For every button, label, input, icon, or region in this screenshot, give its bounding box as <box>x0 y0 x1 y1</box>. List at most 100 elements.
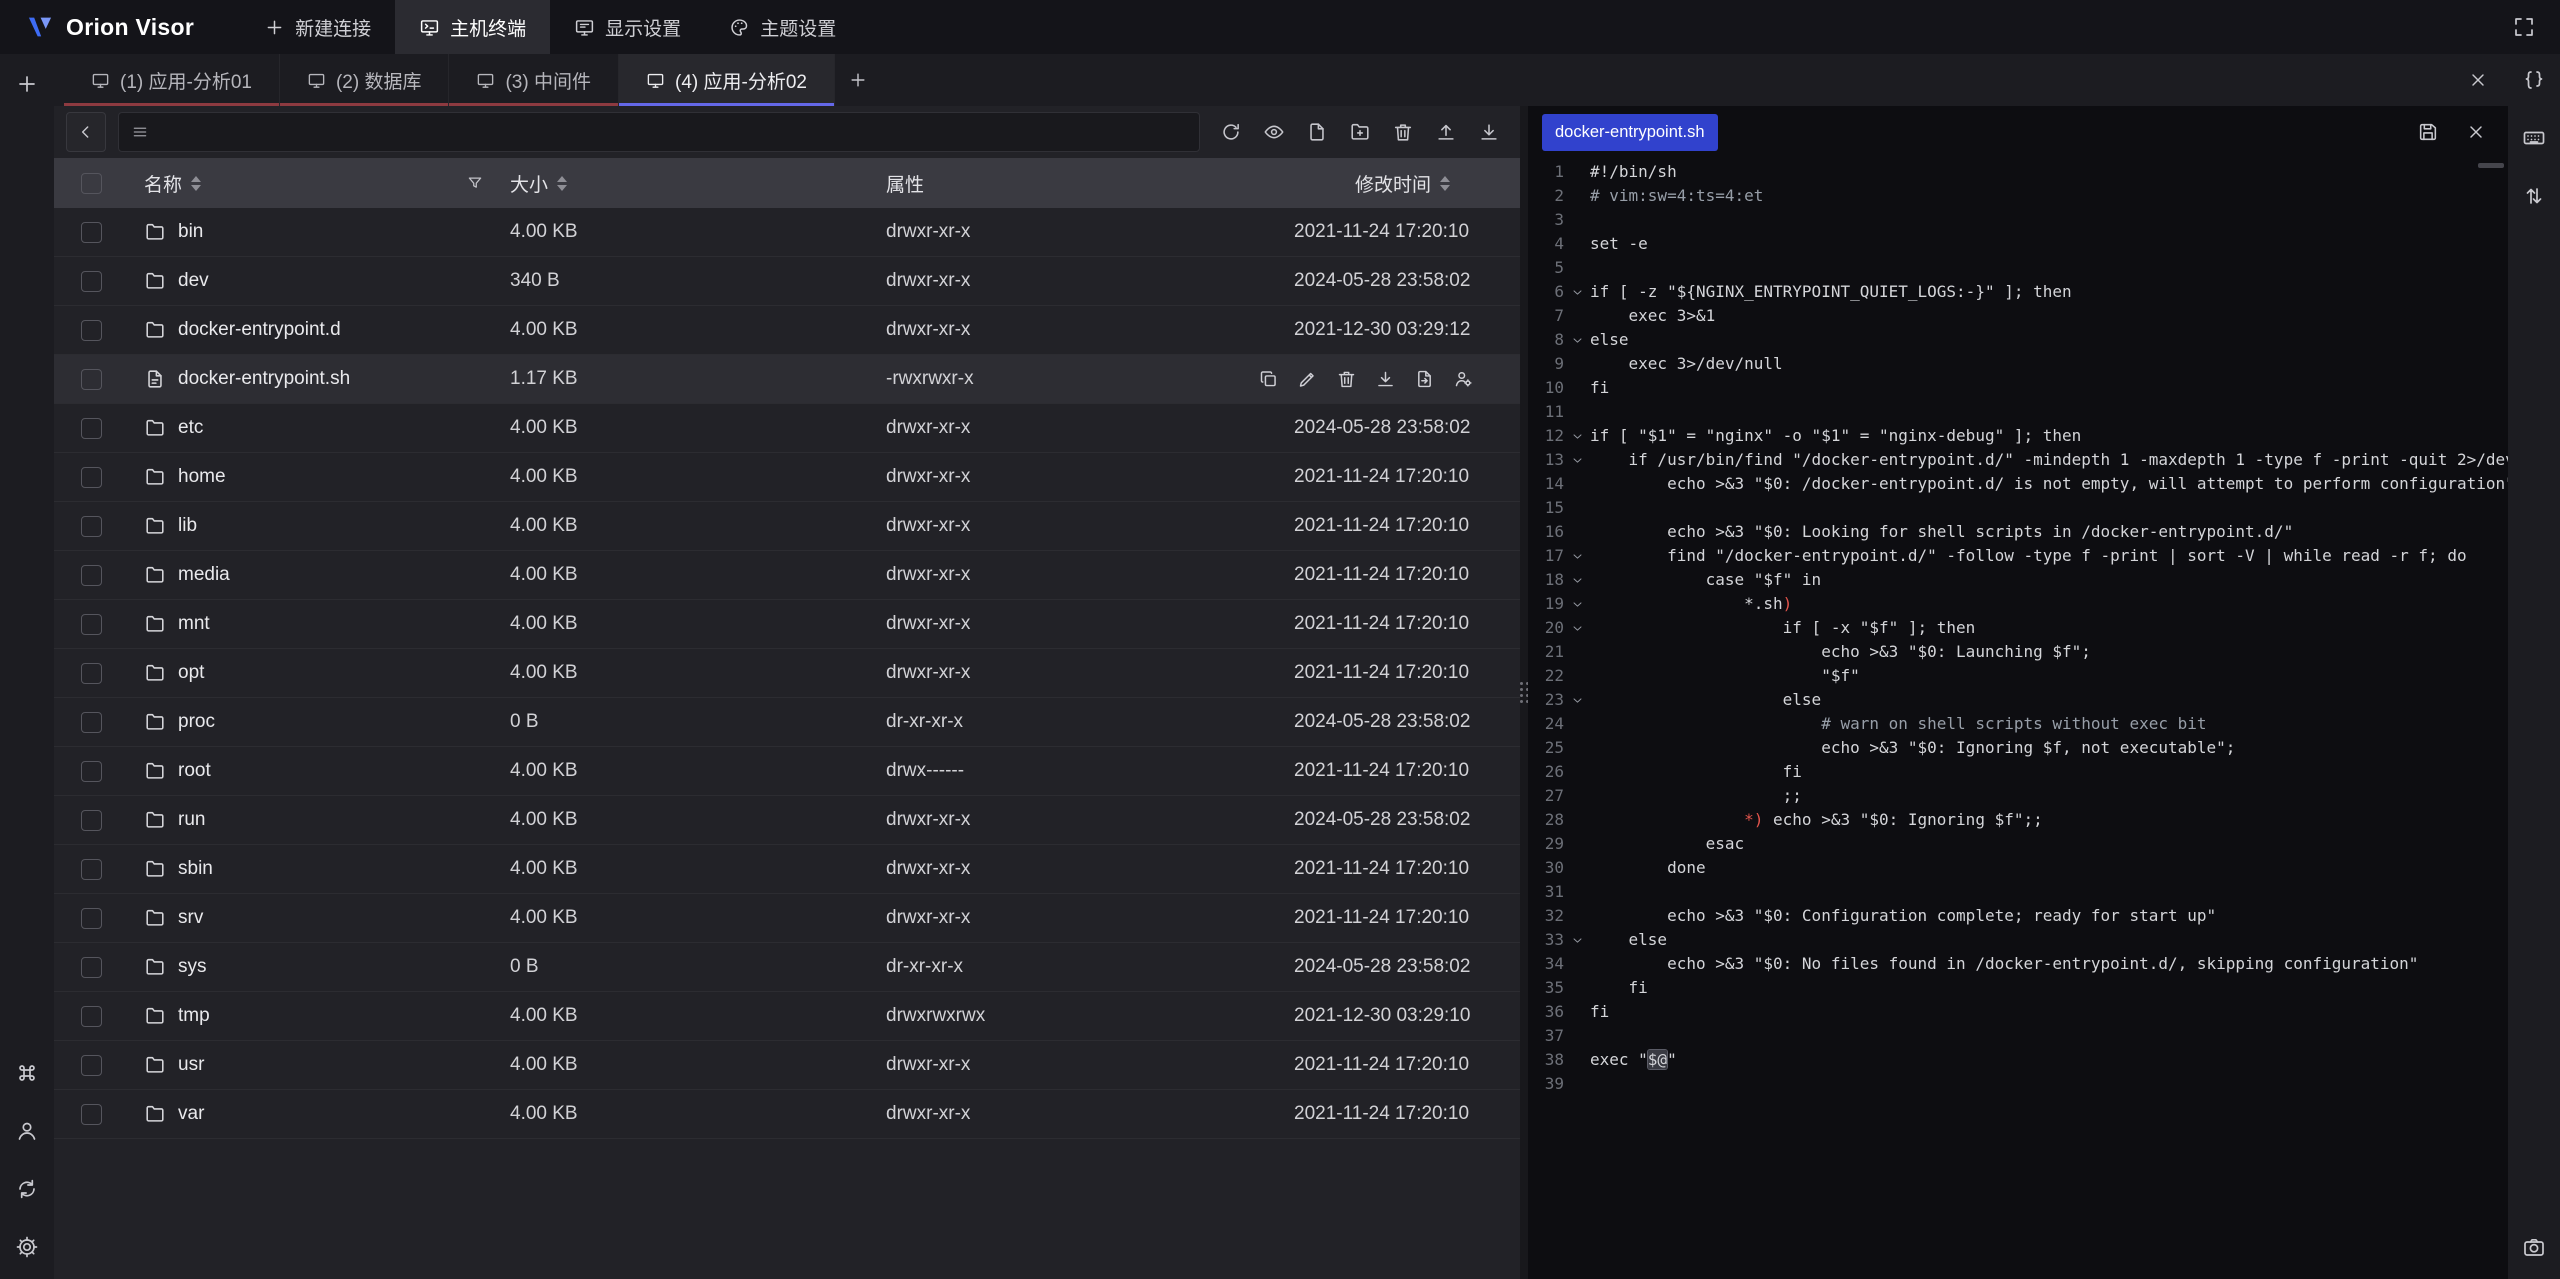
terminal-tab[interactable]: (4) 应用-分析02 <box>619 54 835 106</box>
menu-item[interactable]: 主机终端 <box>395 0 550 54</box>
cell-name-text: opt <box>178 662 204 684</box>
fold-chevron-icon[interactable] <box>1564 694 1590 707</box>
fold-chevron-icon[interactable] <box>1564 286 1590 299</box>
table-row[interactable]: srv4.00 KBdrwxr-xr-x2021-11-24 17:20:10 <box>54 894 1520 943</box>
table-row[interactable]: etc4.00 KBdrwxr-xr-x2024-05-28 23:58:02 <box>54 404 1520 453</box>
table-row[interactable]: root4.00 KBdrwx------2021-11-24 17:20:10 <box>54 747 1520 796</box>
table-row[interactable]: docker-entrypoint.sh1.17 KB-rwxrwxr-x <box>54 355 1520 404</box>
row-checkbox[interactable] <box>81 712 102 733</box>
row-checkbox[interactable] <box>81 418 102 439</box>
user-icon[interactable] <box>9 1113 45 1149</box>
keyboard-icon[interactable] <box>2516 120 2552 156</box>
menu-item[interactable]: 显示设置 <box>550 0 705 54</box>
table-row[interactable]: mnt4.00 KBdrwxr-xr-x2021-11-24 17:20:10 <box>54 600 1520 649</box>
move-icon[interactable] <box>1414 369 1435 390</box>
download-icon[interactable] <box>1470 113 1508 151</box>
table-row[interactable]: sbin4.00 KBdrwxr-xr-x2021-11-24 17:20:10 <box>54 845 1520 894</box>
swap-vertical-icon[interactable] <box>2516 178 2552 214</box>
close-icon[interactable] <box>2460 62 2496 98</box>
menu-item[interactable]: 新建连接 <box>240 0 395 54</box>
add-terminal-tab-button[interactable] <box>835 54 881 106</box>
edit-icon[interactable] <box>1297 369 1318 390</box>
terminal-tab[interactable]: (3) 中间件 <box>449 54 619 106</box>
fold-chevron-icon[interactable] <box>1564 574 1590 587</box>
table-row[interactable]: dev340 Bdrwxr-xr-x2024-05-28 23:58:02 <box>54 257 1520 306</box>
row-checkbox[interactable] <box>81 565 102 586</box>
row-checkbox[interactable] <box>81 516 102 537</box>
eye-icon[interactable] <box>1255 113 1293 151</box>
row-checkbox[interactable] <box>81 467 102 488</box>
row-checkbox[interactable] <box>81 1104 102 1125</box>
sync-icon[interactable] <box>9 1171 45 1207</box>
row-checkbox[interactable] <box>81 761 102 782</box>
terminal-tab[interactable]: (2) 数据库 <box>280 54 450 106</box>
row-checkbox[interactable] <box>81 271 102 292</box>
camera-icon[interactable] <box>2516 1229 2552 1265</box>
copy-icon[interactable] <box>1258 369 1279 390</box>
row-checkbox[interactable] <box>81 222 102 243</box>
row-checkbox[interactable] <box>81 614 102 635</box>
fullscreen-icon[interactable] <box>2506 9 2542 45</box>
table-row[interactable]: opt4.00 KBdrwxr-xr-x2021-11-24 17:20:10 <box>54 649 1520 698</box>
row-checkbox[interactable] <box>81 320 102 341</box>
table-row[interactable]: home4.00 KBdrwxr-xr-x2021-11-24 17:20:10 <box>54 453 1520 502</box>
fold-chevron-icon[interactable] <box>1564 334 1590 347</box>
chevron-left-icon[interactable] <box>66 112 106 152</box>
fold-chevron-icon[interactable] <box>1564 454 1590 467</box>
table-row[interactable]: bin4.00 KBdrwxr-xr-x2021-11-24 17:20:10 <box>54 208 1520 257</box>
fold-chevron-icon[interactable] <box>1564 934 1590 947</box>
permission-icon[interactable] <box>1453 369 1474 390</box>
row-checkbox[interactable] <box>81 957 102 978</box>
row-checkbox[interactable] <box>81 1006 102 1027</box>
fold-chevron-icon[interactable] <box>1564 550 1590 563</box>
delete-icon[interactable] <box>1336 369 1357 390</box>
panel-splitter[interactable] <box>1520 106 1528 1279</box>
path-input[interactable] <box>159 122 1187 143</box>
table-row[interactable]: sys0 Bdr-xr-xr-x2024-05-28 23:58:02 <box>54 943 1520 992</box>
table-row[interactable]: docker-entrypoint.d4.00 KBdrwxr-xr-x2021… <box>54 306 1520 355</box>
table-row[interactable]: usr4.00 KBdrwxr-xr-x2021-11-24 17:20:10 <box>54 1041 1520 1090</box>
sort-icon[interactable] <box>557 176 567 191</box>
row-checkbox[interactable] <box>81 810 102 831</box>
table-row[interactable]: lib4.00 KBdrwxr-xr-x2021-11-24 17:20:10 <box>54 502 1520 551</box>
table-row[interactable]: tmp4.00 KBdrwxrwxrwx2021-12-30 03:29:10 <box>54 992 1520 1041</box>
command-icon[interactable] <box>9 1055 45 1091</box>
gear-icon[interactable] <box>9 1229 45 1265</box>
fold-chevron-icon[interactable] <box>1564 430 1590 443</box>
editor-file-tab[interactable]: docker-entrypoint.sh <box>1542 114 1718 151</box>
sort-icon[interactable] <box>1440 176 1450 191</box>
code-editor[interactable]: 1#!/bin/sh2# vim:sw=4:ts=4:et34set -e56i… <box>1528 158 2508 1279</box>
editor-scrollbar-thumb[interactable] <box>2478 163 2504 168</box>
row-checkbox[interactable] <box>81 369 102 390</box>
new-file-icon[interactable] <box>1298 113 1336 151</box>
cell-size: 4.00 KB <box>494 564 870 586</box>
braces-icon[interactable] <box>2516 62 2552 98</box>
fold-chevron-icon[interactable] <box>1564 598 1590 611</box>
upload-icon[interactable] <box>1427 113 1465 151</box>
table-row[interactable]: proc0 Bdr-xr-xr-x2024-05-28 23:58:02 <box>54 698 1520 747</box>
cell-name-text: dev <box>178 270 209 292</box>
new-folder-icon[interactable] <box>1341 113 1379 151</box>
trash-icon[interactable] <box>1384 113 1422 151</box>
sort-icon[interactable] <box>191 176 201 191</box>
terminal-tab[interactable]: (1) 应用-分析01 <box>64 54 280 106</box>
fold-chevron-icon[interactable] <box>1564 622 1590 635</box>
select-all-checkbox[interactable] <box>81 173 102 194</box>
editor-close-icon[interactable] <box>2458 114 2494 150</box>
refresh-icon[interactable] <box>1212 113 1250 151</box>
path-input-wrap[interactable] <box>118 112 1200 152</box>
download-icon[interactable] <box>1375 369 1396 390</box>
table-row[interactable]: var4.00 KBdrwxr-xr-x2021-11-24 17:20:10 <box>54 1090 1520 1139</box>
table-row[interactable]: run4.00 KBdrwxr-xr-x2024-05-28 23:58:02 <box>54 796 1520 845</box>
row-checkbox[interactable] <box>81 908 102 929</box>
app-logo: Orion Visor <box>26 13 194 41</box>
rail-plus-icon[interactable] <box>9 66 45 102</box>
row-checkbox[interactable] <box>81 1055 102 1076</box>
filter-icon[interactable] <box>466 174 484 192</box>
row-checkbox[interactable] <box>81 859 102 880</box>
table-row[interactable]: media4.00 KBdrwxr-xr-x2021-11-24 17:20:1… <box>54 551 1520 600</box>
menu-item[interactable]: 主题设置 <box>705 0 860 54</box>
row-checkbox[interactable] <box>81 663 102 684</box>
save-icon[interactable] <box>2410 114 2446 150</box>
cell-attr: drwxr-xr-x <box>870 515 1294 537</box>
